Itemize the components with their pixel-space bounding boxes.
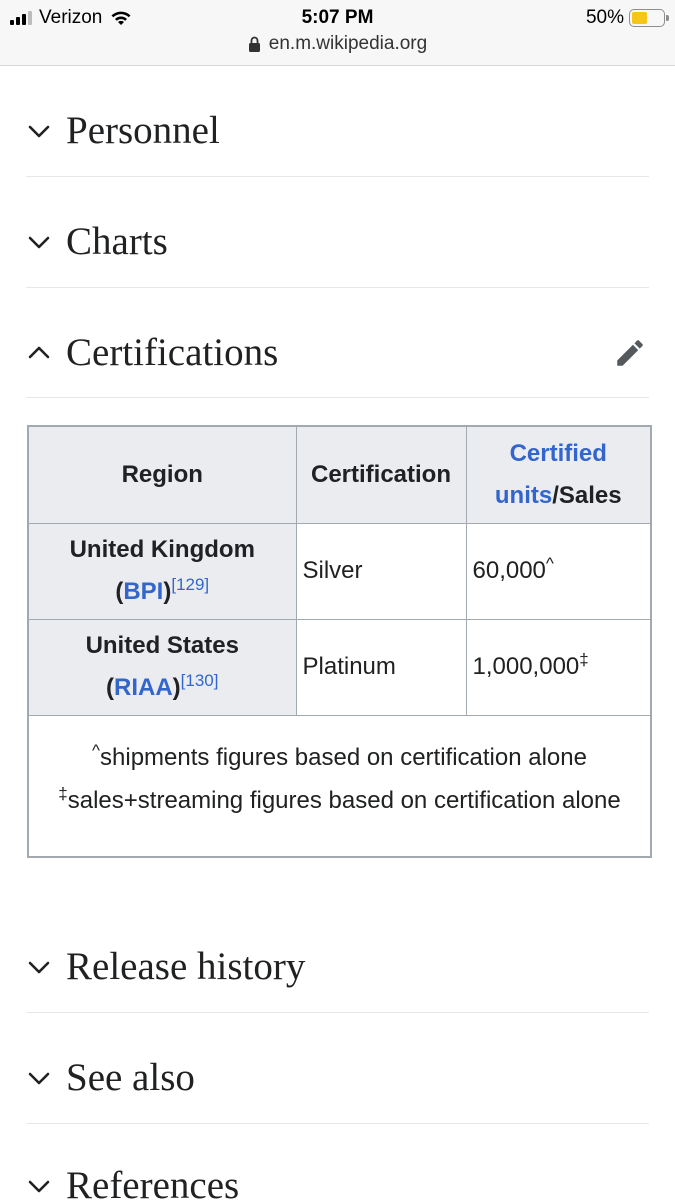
region-cell: United Kingdom (BPI)[129] xyxy=(27,522,297,620)
header-region: Region xyxy=(27,425,297,524)
shipments-marker: ^ xyxy=(92,740,101,760)
certifications-table: Region Certification Certified units/Sal… xyxy=(27,425,652,858)
battery-percent: 50% xyxy=(585,7,624,28)
chevron-down-icon xyxy=(28,236,50,248)
chevron-down-icon xyxy=(28,961,50,973)
shipments-note: shipments figures based on certification… xyxy=(100,743,587,771)
chevron-up-icon xyxy=(28,346,50,358)
certification-cell: Platinum xyxy=(295,618,467,716)
certifying-body-link[interactable]: BPI xyxy=(123,578,163,605)
notes-cell: ^shipments figures based on certificatio… xyxy=(27,714,652,857)
section-divider xyxy=(26,287,649,288)
units-value: 1,000,000 xyxy=(472,653,580,680)
address-bar[interactable]: en.m.wikipedia.org xyxy=(0,33,675,55)
region-name: United Kingdom xyxy=(69,536,255,563)
section-divider xyxy=(26,1123,649,1124)
note-marker: ^ xyxy=(545,554,554,573)
url-text: en.m.wikipedia.org xyxy=(268,33,428,54)
section-title-see-also: See also xyxy=(66,1056,195,1099)
chevron-down-icon xyxy=(28,125,50,137)
table-row: United Kingdom (BPI)[129] Silver 60,000^ xyxy=(27,522,652,620)
battery-icon xyxy=(629,9,669,27)
reference-link[interactable]: [130] xyxy=(181,671,219,690)
section-certifications[interactable]: Certifications xyxy=(26,330,649,375)
status-bar: Verizon 5:07 PM 50% en.m.wikipedia.org xyxy=(0,0,675,66)
certification-cell: Silver xyxy=(295,522,467,620)
header-certification: Certification xyxy=(295,425,467,524)
section-divider xyxy=(26,397,649,398)
sales-label: /Sales xyxy=(552,481,622,509)
chevron-down-icon xyxy=(28,1180,50,1192)
section-title-personnel: Personnel xyxy=(66,109,220,152)
section-references[interactable]: References xyxy=(26,1163,649,1200)
sales-marker: ‡ xyxy=(58,783,68,803)
sales-note: sales+streaming figures based on certifi… xyxy=(67,786,621,814)
section-title-charts: Charts xyxy=(66,220,168,263)
section-see-also[interactable]: See also xyxy=(26,1055,649,1100)
chevron-down-icon xyxy=(28,1072,50,1084)
section-title-certifications: Certifications xyxy=(66,331,279,374)
paren-open: ( xyxy=(106,674,114,701)
section-charts[interactable]: Charts xyxy=(26,219,649,264)
section-divider xyxy=(26,1012,649,1013)
certified-link[interactable]: Certified xyxy=(510,440,607,467)
section-personnel[interactable]: Personnel xyxy=(26,108,649,153)
header-units: Certified units/Sales xyxy=(465,425,652,524)
units-cell: 60,000^ xyxy=(465,522,652,620)
clock: 5:07 PM xyxy=(301,7,374,28)
toolbar-divider xyxy=(0,65,675,66)
units-cell: 1,000,000‡ xyxy=(465,618,652,716)
table-row: United States (RIAA)[130] Platinum 1,000… xyxy=(27,618,652,716)
section-title-release-history: Release history xyxy=(66,945,306,988)
reference-link[interactable]: [129] xyxy=(171,575,209,594)
note-marker: ‡ xyxy=(579,650,589,669)
status-right: 50% xyxy=(585,7,669,29)
table-header-row: Region Certification Certified units/Sal… xyxy=(27,425,652,524)
region-cell: United States (RIAA)[130] xyxy=(27,618,297,716)
certifying-body-link[interactable]: RIAA xyxy=(114,674,173,701)
section-divider xyxy=(26,176,649,177)
lock-icon xyxy=(248,36,260,52)
table-notes-row: ^shipments figures based on certificatio… xyxy=(27,714,652,857)
units-value: 60,000 xyxy=(472,557,546,584)
pencil-icon[interactable] xyxy=(613,336,647,370)
section-release-history[interactable]: Release history xyxy=(26,944,649,989)
section-title-references: References xyxy=(66,1164,240,1200)
paren-close: ) xyxy=(172,674,181,701)
region-name: United States xyxy=(85,632,239,659)
units-link[interactable]: units xyxy=(495,482,552,509)
